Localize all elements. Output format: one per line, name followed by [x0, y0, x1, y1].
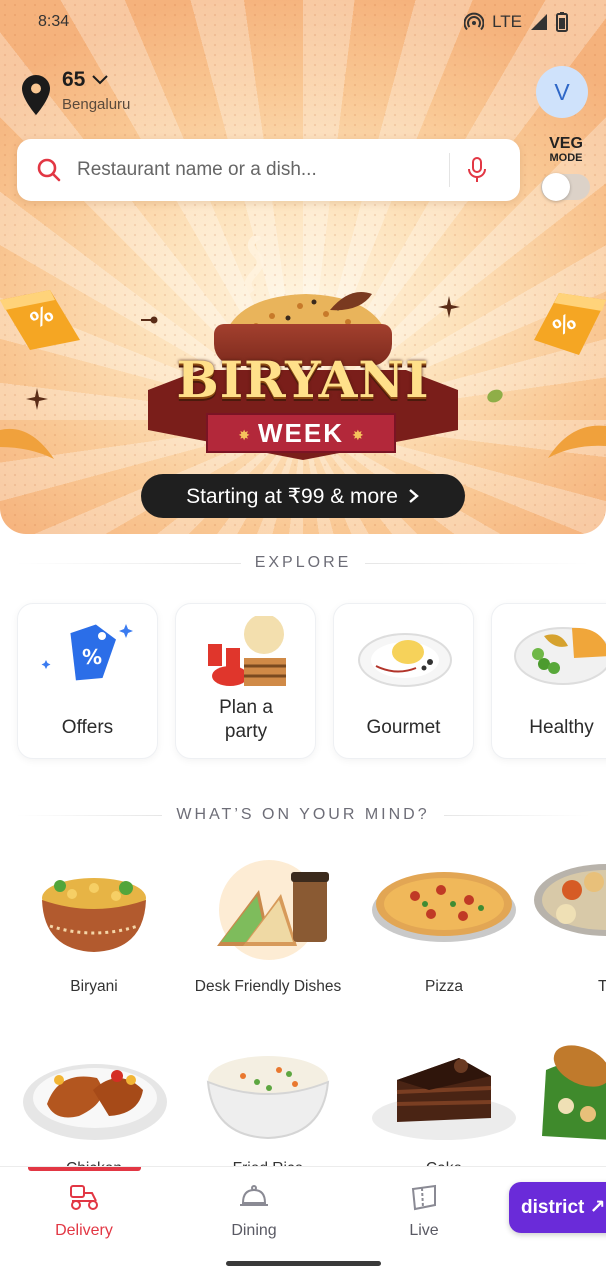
battery-icon	[556, 12, 568, 32]
chevron-right-icon	[409, 489, 419, 503]
banner-cta-button[interactable]: Starting at ₹99 & more	[141, 474, 465, 518]
biryani-bowl-icon	[42, 878, 146, 952]
home-gesture-bar[interactable]	[226, 1261, 381, 1266]
explore-heading-text: EXPLORE	[254, 554, 352, 571]
explore-card-healthy[interactable]: Healthy	[491, 603, 606, 759]
banana-leaf-meal-icon	[542, 1045, 606, 1140]
mind-item-fried-rice[interactable]: Fried Rice	[180, 1040, 356, 1180]
mind-item-partial[interactable]	[532, 1040, 606, 1180]
mind-item-partial[interactable]: T	[532, 860, 606, 1000]
tab-label: Dining	[231, 1222, 277, 1239]
toggle-knob	[542, 173, 570, 201]
cardamom-icon	[487, 389, 503, 403]
profile-avatar[interactable]: V	[536, 66, 588, 118]
star-anise-icon	[26, 388, 48, 410]
tab-dining[interactable]: Dining	[199, 1183, 309, 1240]
tab-live[interactable]: Live	[369, 1183, 479, 1240]
location-title: 65	[62, 68, 86, 91]
banner-cta-label: Starting at ₹99 & more	[186, 484, 398, 508]
search-bar[interactable]	[17, 139, 520, 201]
veg-mode-line1: VEG	[549, 135, 583, 152]
chicken-icon	[23, 1064, 167, 1140]
star-icon: ✸	[352, 427, 364, 444]
party-food-icon	[208, 616, 286, 686]
mind-item-label: Desk Friendly Dishes	[194, 978, 342, 995]
network-type: LTE	[492, 12, 522, 31]
search-input[interactable]	[77, 159, 447, 181]
banner-subtitle-ribbon: ✸ WEEK ✸	[206, 413, 396, 453]
sandwich-coffee-icon	[217, 860, 329, 960]
status-bar: 8:34 LTE	[0, 0, 606, 46]
tab-delivery[interactable]: Delivery	[29, 1183, 139, 1240]
explore-card-plan-a-party[interactable]: Plan a party	[175, 603, 316, 759]
status-time: 8:34	[38, 13, 70, 30]
explore-card-label: Plan a party	[219, 697, 273, 742]
ribbon-curl-left-icon	[0, 428, 54, 459]
mind-heading-text: WHAT’S ON YOUR MIND?	[176, 806, 430, 823]
explore-card-gourmet[interactable]: Gourmet	[333, 603, 474, 759]
banner-title: BIRYANI	[176, 350, 430, 409]
svg-text:%: %	[82, 645, 102, 669]
fried-rice-icon	[206, 1056, 330, 1140]
heading-line	[16, 814, 163, 816]
thali-icon	[534, 864, 606, 936]
explore-heading: EXPLORE	[16, 554, 590, 572]
heading-line	[365, 562, 590, 564]
explore-card-label: Offers	[61, 717, 114, 738]
percent-ribbon-right-icon: %	[534, 293, 606, 355]
tab-label: Live	[409, 1222, 439, 1239]
location-selector[interactable]: 65 Bengaluru	[22, 68, 130, 115]
mind-item-cake[interactable]: Cake	[356, 1040, 532, 1180]
heading-line	[443, 814, 591, 816]
veg-mode-toggle[interactable]	[541, 173, 590, 201]
gourmet-plate-icon	[358, 633, 452, 687]
star-anise-icon	[438, 296, 460, 318]
search-divider	[449, 153, 450, 187]
mind-item-biryani[interactable]: Biryani	[8, 860, 180, 1000]
microphone-icon[interactable]	[466, 157, 488, 183]
star-icon: ✸	[238, 427, 250, 444]
zomato-home-screen: 8:34 LTE 65 Bengaluru V Restaurant name …	[0, 0, 606, 1280]
healthy-plate-icon	[514, 627, 606, 685]
banner-subtitle: WEEK	[258, 418, 344, 448]
explore-card-label: Healthy	[529, 717, 594, 738]
cloche-icon	[240, 1185, 268, 1206]
pizza-icon	[372, 872, 516, 942]
mind-heading: WHAT’S ON YOUR MIND?	[16, 806, 591, 824]
heading-line	[16, 562, 241, 564]
explore-cards: % Offers Plan a party Gourmet Healthy	[17, 603, 606, 759]
signal-icon	[531, 14, 547, 30]
mind-row-2: Chicken Fried Rice Cake	[8, 1040, 606, 1180]
veg-mode-line2: MODE	[549, 152, 583, 164]
ticket-icon	[411, 1184, 436, 1211]
mind-item-desk-friendly[interactable]: Desk Friendly Dishes	[180, 860, 356, 1000]
chevron-down-icon	[92, 75, 109, 85]
cake-icon	[372, 1058, 516, 1140]
hero-section: 8:34 LTE 65 Bengaluru V Restaurant name …	[0, 0, 606, 534]
percent-ribbon-left-icon: %	[0, 290, 80, 350]
mind-item-label: Pizza	[425, 978, 463, 995]
search-icon	[37, 158, 61, 182]
explore-card-label: Gourmet	[366, 717, 441, 738]
steam-icon	[244, 236, 264, 294]
mind-item-label: Biryani	[70, 978, 118, 995]
hotspot-icon	[464, 12, 485, 31]
clove-icon	[141, 316, 158, 324]
location-pin-icon	[22, 75, 50, 115]
scooter-icon	[70, 1185, 98, 1210]
active-tab-indicator	[28, 1167, 141, 1171]
location-subtitle: Bengaluru	[62, 96, 131, 113]
offer-tag-icon: %	[41, 624, 133, 681]
mind-row-1: Biryani Desk Friendly Dishes Pizza T	[8, 860, 606, 1000]
district-promo-button[interactable]: district ↗	[509, 1182, 606, 1233]
mind-item-pizza[interactable]: Pizza	[356, 860, 532, 1000]
mind-item-label: T	[598, 978, 606, 995]
tab-label: Delivery	[55, 1222, 113, 1239]
mind-item-chicken[interactable]: Chicken	[8, 1040, 180, 1180]
status-system-icons: LTE	[464, 12, 568, 32]
veg-mode-label: VEG MODE	[540, 136, 592, 165]
ribbon-curl-right-icon	[548, 425, 606, 458]
explore-card-offers[interactable]: % Offers	[17, 603, 158, 759]
